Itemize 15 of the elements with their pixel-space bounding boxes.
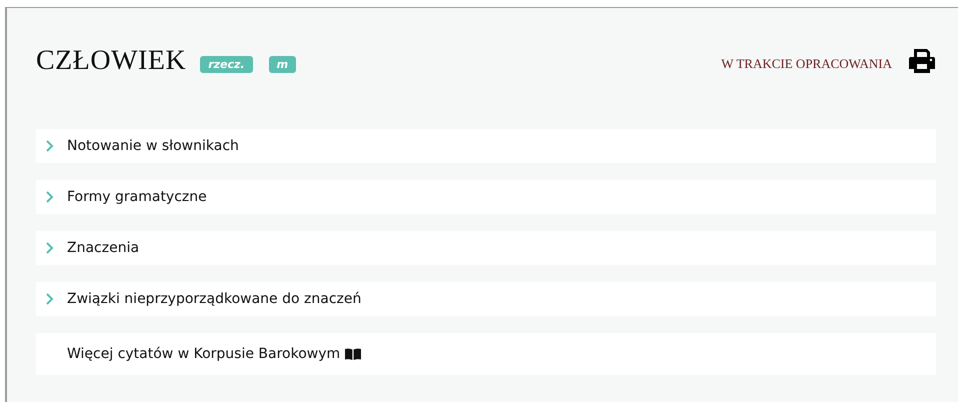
book-icon [345, 348, 362, 360]
section-header[interactable]: Notowanie w słownikach [36, 129, 936, 163]
section-header[interactable]: Znaczenia [36, 231, 936, 265]
corpus-link[interactable]: Więcej cytatów w Korpusie Barokowym [67, 346, 340, 362]
print-icon[interactable] [908, 48, 936, 74]
entry-title: CZŁOWIEK [36, 45, 186, 77]
section-label: Notowanie w słownikach [67, 138, 239, 154]
section-header[interactable]: Związki nieprzyporządkowane do znaczeń [36, 282, 936, 316]
grammar-tag: m [268, 56, 296, 72]
status-label: W TRAKCIE OPRACOWANIA [721, 56, 892, 72]
grammar-tag: rzecz. [200, 56, 253, 72]
section-header[interactable]: Formy gramatyczne [36, 180, 936, 214]
section-label: Związki nieprzyporządkowane do znaczeń [67, 291, 362, 307]
section-label: Formy gramatyczne [67, 189, 207, 205]
section-label: Znaczenia [67, 240, 140, 256]
